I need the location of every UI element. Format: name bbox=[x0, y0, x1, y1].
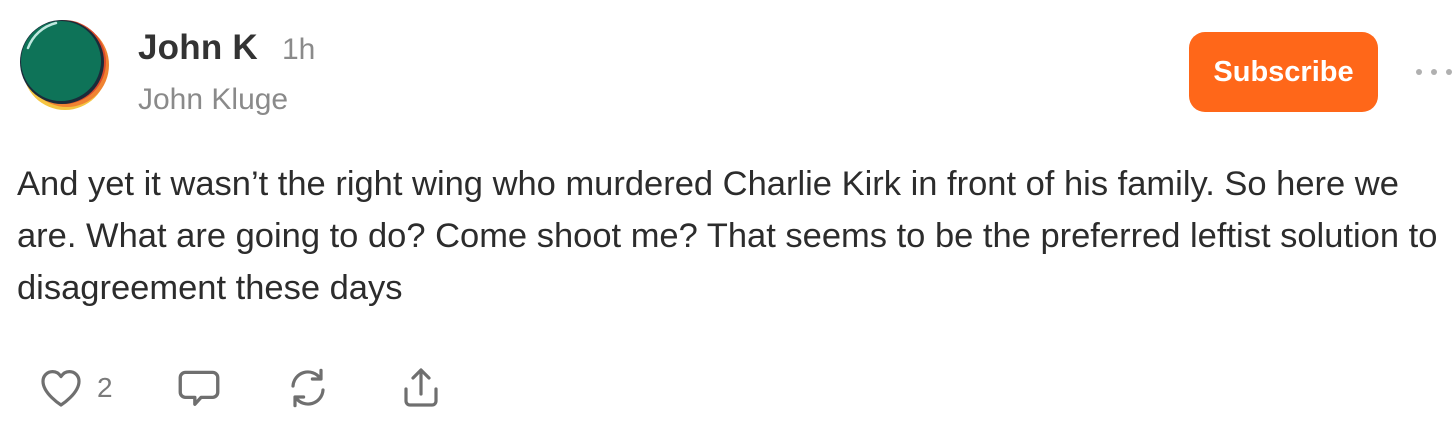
share-icon bbox=[404, 368, 438, 407]
post-timestamp: 1h bbox=[282, 33, 316, 66]
comment-bubble-icon bbox=[178, 370, 220, 406]
restack-button[interactable] bbox=[284, 360, 332, 416]
more-horizontal-icon-dot bbox=[1446, 69, 1452, 75]
more-horizontal-icon-dot bbox=[1431, 69, 1437, 75]
comment-actions: 2 bbox=[0, 360, 600, 416]
comment-text: And yet it wasn’t the right wing who mur… bbox=[17, 165, 1438, 307]
author-subtitle: John Kluge bbox=[138, 83, 289, 116]
like-button[interactable]: 2 bbox=[37, 360, 113, 416]
restack-icon bbox=[291, 368, 325, 408]
author-name[interactable]: John K bbox=[138, 26, 258, 70]
avatar-image bbox=[20, 20, 109, 110]
more-options-button[interactable] bbox=[1416, 60, 1452, 84]
avatar[interactable] bbox=[16, 18, 110, 112]
heart-icon bbox=[41, 370, 81, 407]
share-button[interactable] bbox=[397, 360, 445, 416]
reply-button[interactable] bbox=[174, 360, 224, 416]
subscribe-button[interactable]: Subscribe bbox=[1189, 32, 1378, 112]
like-count: 2 bbox=[97, 372, 113, 403]
more-horizontal-icon bbox=[1416, 69, 1422, 75]
